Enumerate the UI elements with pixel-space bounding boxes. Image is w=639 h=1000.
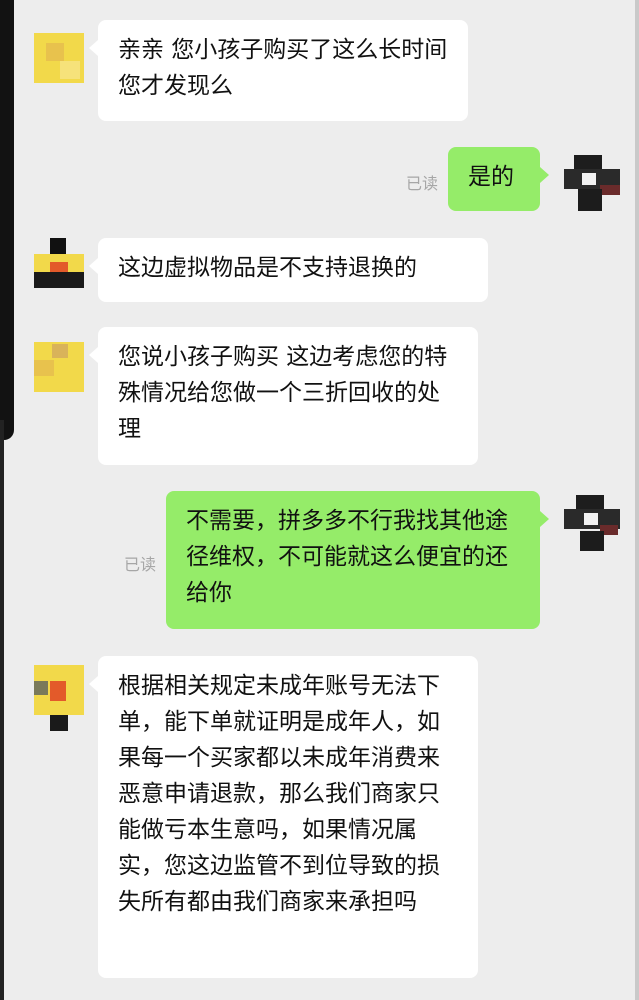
message-text: 不需要，拼多多不行我找其他途径维权，不可能就这么便宜的还给你 xyxy=(186,508,508,606)
user-avatar[interactable] xyxy=(564,155,620,211)
message-text: 根据相关规定未成年账号无法下单，能下单就证明是成年人，如果每一个买家都以未成年消… xyxy=(118,673,440,915)
message-text: 您说小孩子购买 这边考虑您的特殊情况给您做一个三折回收的处理 xyxy=(118,344,448,442)
merchant-avatar[interactable] xyxy=(34,665,84,731)
merchant-avatar[interactable] xyxy=(34,33,84,83)
message-text: 这边虚拟物品是不支持退换的 xyxy=(118,255,417,281)
message-text: 是的 xyxy=(468,164,514,190)
screen-edge-left xyxy=(0,0,14,440)
scrollbar-track xyxy=(635,0,639,1000)
merchant-avatar[interactable] xyxy=(34,238,84,288)
message-bubble-incoming[interactable]: 这边虚拟物品是不支持退换的 xyxy=(89,238,488,302)
message-bubble-incoming[interactable]: 亲亲 您小孩子购买了这么长时间您才发现么 xyxy=(89,20,468,121)
user-avatar[interactable] xyxy=(564,495,620,551)
message-bubble-incoming[interactable]: 根据相关规定未成年账号无法下单，能下单就证明是成年人，如果每一个买家都以未成年消… xyxy=(89,656,478,978)
read-status: 已读 xyxy=(124,555,157,574)
read-status: 已读 xyxy=(406,174,439,193)
message-text: 亲亲 您小孩子购买了这么长时间您才发现么 xyxy=(118,37,448,99)
merchant-avatar[interactable] xyxy=(34,342,84,392)
screen-edge-left-lower xyxy=(0,420,4,1000)
message-bubble-incoming[interactable]: 您说小孩子购买 这边考虑您的特殊情况给您做一个三折回收的处理 xyxy=(89,327,478,465)
message-bubble-outgoing[interactable]: 不需要，拼多多不行我找其他途径维权，不可能就这么便宜的还给你 xyxy=(166,491,549,629)
message-bubble-outgoing[interactable]: 是的 xyxy=(448,147,549,211)
